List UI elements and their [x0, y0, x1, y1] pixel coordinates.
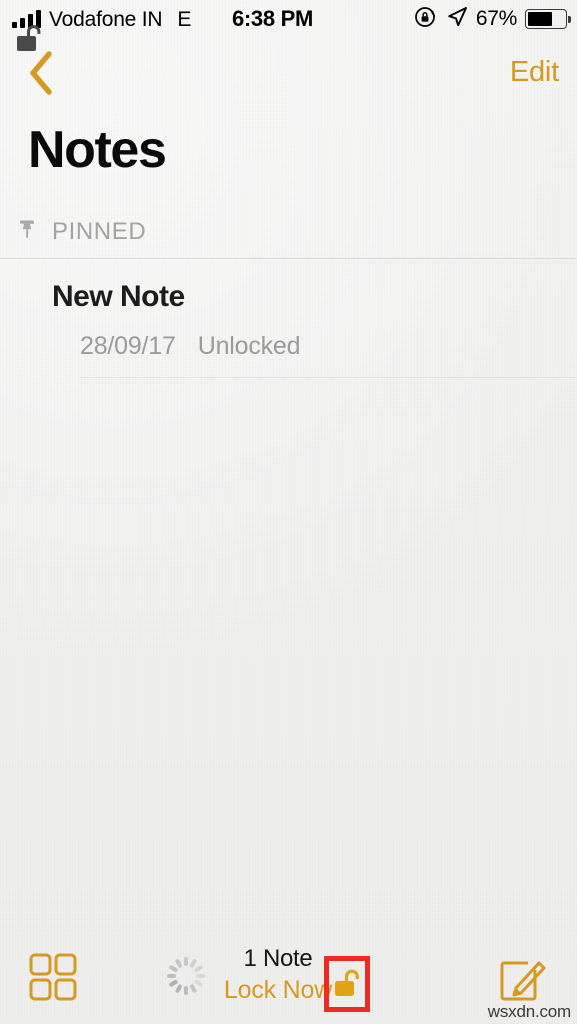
toolbar-status-stack: 1 Note Lock Now [222, 944, 334, 1006]
battery-percent-label: 67% [475, 7, 517, 30]
pin-icon [14, 216, 40, 247]
navigation-bar: Edit [0, 38, 577, 114]
location-arrow-icon [446, 6, 468, 33]
battery-icon [525, 9, 571, 29]
lock-now-button[interactable]: Lock Now [222, 974, 334, 1006]
section-header-pinned: PINNED [14, 216, 146, 247]
grid-view-icon[interactable] [28, 952, 78, 1007]
note-status: Unlocked [197, 332, 301, 360]
unlock-padlock-icon[interactable] [334, 966, 364, 1000]
edit-button[interactable]: Edit [510, 56, 559, 89]
watermark-label: wsxdn.com [487, 1002, 571, 1021]
page-title: Notes [28, 121, 167, 179]
notes-app-screen: Vodafone IN E 6:38 PM 67% Edit Notes PIN… [0, 0, 577, 1024]
section-divider-top [0, 258, 577, 259]
clock-label: 6:38 PM [231, 6, 314, 31]
status-bar-right: 67% [414, 5, 571, 34]
unlock-icon [15, 23, 45, 60]
section-header-label: PINNED [52, 217, 147, 245]
note-date: 28/09/17 [80, 332, 176, 360]
status-bar: Vodafone IN E 6:38 PM 67% [0, 0, 577, 38]
note-title: New Note [52, 280, 185, 313]
note-count-label: 1 Note [243, 945, 313, 972]
note-meta: 28/09/17 Unlocked [80, 332, 301, 361]
activity-spinner-icon [162, 952, 210, 1000]
rotation-lock-icon [414, 5, 438, 34]
note-divider [80, 377, 577, 378]
